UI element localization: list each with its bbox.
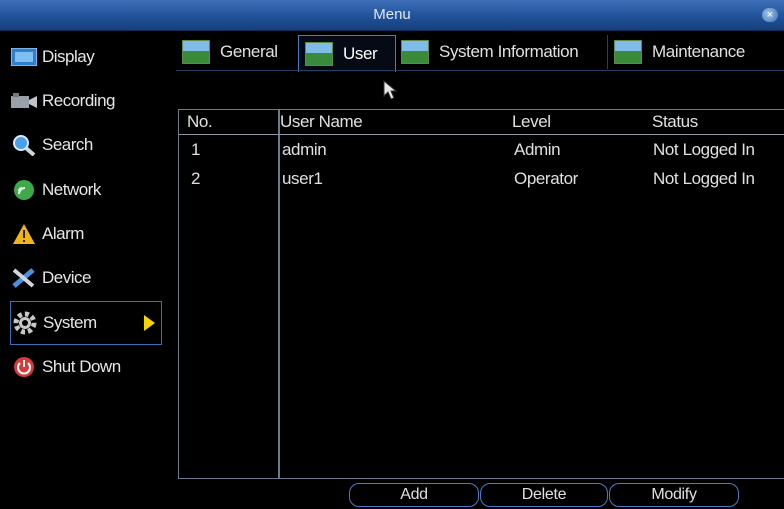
- cell-level: Admin: [514, 140, 561, 159]
- table-row[interactable]: 2 user1 Operator Not Logged In: [179, 167, 784, 193]
- column-header-user-name: User Name: [280, 112, 363, 131]
- user-table: No. User Name Level Status 1 admin Admin…: [178, 109, 784, 479]
- search-icon: [10, 134, 38, 156]
- landscape-icon: [401, 40, 429, 64]
- window-title: Menu: [373, 6, 411, 23]
- close-button[interactable]: ×: [762, 8, 778, 22]
- sidebar-item-recording[interactable]: Recording: [10, 81, 158, 121]
- column-header-level: Level: [512, 112, 551, 131]
- landscape-icon: [182, 40, 210, 64]
- network-icon: [10, 179, 38, 201]
- column-divider: [278, 110, 280, 478]
- gear-icon: [11, 311, 39, 335]
- sidebar-item-label: System: [43, 313, 97, 332]
- sidebar-item-alarm[interactable]: Alarm: [10, 214, 158, 254]
- submenu-arrow-icon: [144, 315, 155, 331]
- cell-user-name: admin: [282, 140, 327, 159]
- cell-level: Operator: [514, 169, 578, 188]
- sidebar-item-shutdown[interactable]: Shut Down: [10, 347, 158, 387]
- tab-label: General: [220, 42, 278, 61]
- sidebar-item-label: Network: [42, 180, 101, 199]
- cell-status: Not Logged In: [653, 169, 755, 188]
- column-header-no: No.: [187, 112, 213, 131]
- alarm-icon: [10, 223, 38, 245]
- cell-user-name: user1: [282, 169, 323, 188]
- landscape-icon: [305, 42, 333, 66]
- cell-no: 2: [191, 169, 201, 188]
- sidebar-item-search[interactable]: Search: [10, 125, 158, 165]
- sidebar: Display Recording Search Network Alarm D…: [6, 33, 172, 509]
- tab-label: User: [343, 44, 378, 63]
- device-icon: [10, 267, 38, 289]
- mouse-pointer-icon: [383, 79, 399, 105]
- tab-maintenance[interactable]: Maintenance: [608, 35, 784, 69]
- tab-general[interactable]: General: [176, 35, 299, 69]
- tab-system-information[interactable]: System Information: [395, 35, 608, 69]
- sidebar-item-network[interactable]: Network: [10, 170, 158, 210]
- title-bar: Menu ×: [0, 0, 784, 31]
- sidebar-item-device[interactable]: Device: [10, 258, 158, 298]
- modify-button[interactable]: Modify: [609, 483, 739, 507]
- tab-user[interactable]: User: [298, 35, 396, 72]
- landscape-icon: [614, 40, 642, 64]
- tab-label: System Information: [439, 42, 579, 61]
- sidebar-item-label: Search: [42, 135, 93, 154]
- cell-status: Not Logged In: [653, 140, 755, 159]
- sidebar-item-label: Display: [42, 47, 95, 66]
- sidebar-item-system[interactable]: System: [10, 301, 162, 345]
- sidebar-item-label: Device: [42, 268, 91, 287]
- tab-label: Maintenance: [652, 42, 745, 61]
- power-icon: [10, 356, 38, 378]
- sidebar-item-label: Recording: [42, 91, 116, 110]
- cell-no: 1: [191, 140, 201, 159]
- display-icon: [10, 46, 38, 68]
- add-button[interactable]: Add: [349, 483, 479, 507]
- delete-button[interactable]: Delete: [480, 483, 608, 507]
- tab-divider: [176, 70, 784, 71]
- table-header: No. User Name Level Status: [179, 110, 784, 135]
- sidebar-item-label: Alarm: [42, 224, 84, 243]
- table-row[interactable]: 1 admin Admin Not Logged In: [179, 138, 784, 164]
- sidebar-item-label: Shut Down: [42, 357, 121, 376]
- recording-icon: [10, 90, 38, 112]
- sidebar-item-display[interactable]: Display: [10, 37, 158, 77]
- column-header-status: Status: [652, 112, 698, 131]
- tab-bar: General User System Information Maintena…: [176, 35, 784, 72]
